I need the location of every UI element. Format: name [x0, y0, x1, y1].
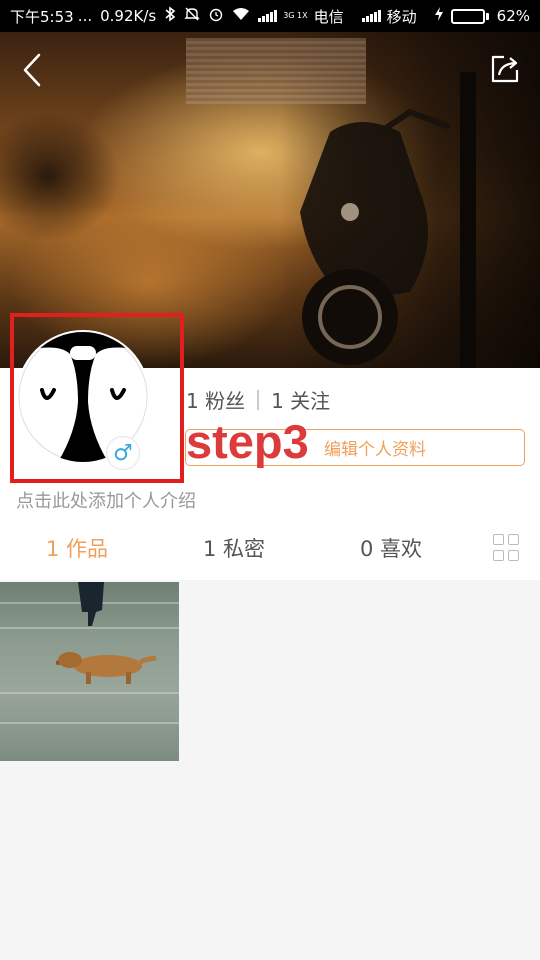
carrier-2-name: 移动 [386, 7, 417, 26]
grid-view-icon[interactable] [493, 534, 520, 561]
annotation-step-label: step3 [186, 415, 309, 468]
carrier-2: 移动 [361, 6, 417, 27]
bluetooth-icon [164, 6, 176, 26]
status-indicators: ... 0.92K/s 3G 1X 电信 移动 62% [78, 6, 530, 27]
stats-divider [257, 389, 260, 410]
scooter-image [300, 72, 476, 368]
wifi-icon [232, 7, 250, 25]
follow-stats: 1 粉丝 1 关注 [186, 385, 330, 414]
followers-count[interactable]: 1 粉丝 [186, 385, 245, 414]
alarm-icon [208, 6, 224, 26]
annotation-highlight-box [10, 313, 184, 483]
mute-icon [184, 6, 200, 26]
status-bar: 下午5:53 ... 0.92K/s 3G 1X 电信 移动 62% [0, 0, 540, 32]
intro-placeholder[interactable]: 点击此处添加个人介绍 [16, 487, 196, 513]
content-tabs: 1 作品 1 私密 0 喜欢 [0, 528, 540, 568]
carrier-1-name: 电信 [313, 7, 344, 26]
tab-private[interactable]: 1 私密 [203, 533, 265, 563]
title-blurred [186, 38, 366, 104]
signal-icon [361, 10, 381, 22]
status-time: 下午5:53 [10, 7, 74, 26]
status-dots: ... [77, 7, 93, 25]
edit-profile-label: 编辑个人资料 [324, 440, 426, 460]
share-button[interactable] [488, 52, 522, 86]
charging-icon [434, 7, 443, 25]
signal-icon [258, 10, 278, 22]
battery-icon [450, 8, 489, 24]
network-speed: 0.92K/s [100, 7, 157, 25]
back-button[interactable] [14, 50, 50, 90]
battery-percent: 62% [496, 7, 530, 25]
person-legs-image [78, 582, 104, 626]
share-icon [491, 55, 519, 83]
network-type: 3G 1X [283, 11, 308, 20]
following-count[interactable]: 1 关注 [271, 385, 330, 414]
tab-works[interactable]: 1 作品 [46, 533, 108, 563]
tab-likes[interactable]: 0 喜欢 [360, 533, 422, 563]
carrier-1: 3G 1X 电信 [258, 6, 344, 27]
dog-image [56, 652, 156, 684]
video-thumbnail[interactable] [0, 582, 179, 761]
chevron-left-icon [23, 53, 41, 87]
